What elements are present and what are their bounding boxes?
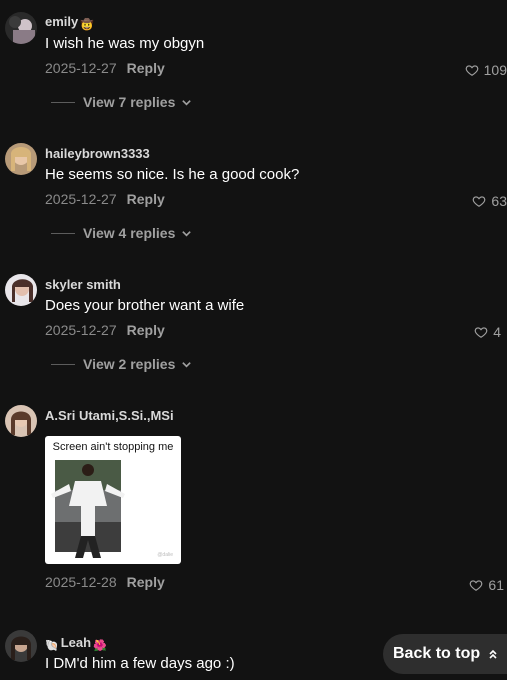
divider [51, 363, 75, 365]
reply-button[interactable]: Reply [127, 322, 165, 338]
comment-text: I wish he was my obgyn [45, 35, 205, 52]
gif-attachment[interactable]: Screen ain't stopping me @dalie [45, 436, 181, 564]
heart-icon [474, 327, 488, 338]
like-count: 109 [483, 62, 507, 78]
comment-username[interactable]: haileybrown3333 [45, 146, 150, 161]
comment-text: Does your brother want a wife [45, 297, 245, 314]
flower-emoji-icon: 🌺 [93, 640, 107, 652]
heart-icon [470, 580, 483, 591]
avatar[interactable] [5, 630, 37, 662]
like-count: 61 [488, 577, 504, 593]
comment-meta: 2025-12-27 Reply [45, 322, 165, 338]
dancing-man-gif-image: @dalie [51, 460, 173, 558]
like-count: 4 [493, 324, 501, 340]
shell-emoji-icon: 🐚 [45, 640, 59, 652]
view-replies-button[interactable]: View 4 replies [51, 225, 192, 241]
view-replies-label: View 2 replies [83, 356, 176, 372]
comment-meta: 2025-12-27 Reply [45, 191, 165, 207]
comment-date: 2025-12-27 [45, 60, 117, 76]
like-button[interactable]: 4 [474, 324, 501, 340]
like-button[interactable]: 109 [465, 62, 507, 78]
like-button[interactable]: 61 [469, 577, 504, 593]
view-replies-button[interactable]: View 2 replies [51, 356, 192, 372]
chevron-double-up-icon [489, 649, 497, 659]
comment-text: I DM'd him a few days ago :) [45, 655, 235, 672]
cowboy-emoji-icon: 🤠 [80, 19, 94, 31]
avatar[interactable] [5, 405, 37, 437]
comment-date: 2025-12-28 [45, 574, 117, 590]
view-replies-label: View 7 replies [83, 94, 176, 110]
avatar[interactable] [5, 274, 37, 306]
chevron-down-icon [182, 230, 192, 237]
comment-text: He seems so nice. Is he a good cook? [45, 166, 300, 183]
comment-username[interactable]: emily 🤠 [45, 14, 94, 31]
reply-button[interactable]: Reply [127, 574, 165, 590]
back-to-top-label: Back to top [393, 645, 481, 662]
view-replies-button[interactable]: View 7 replies [51, 94, 192, 110]
comment-meta: 2025-12-28 Reply [45, 574, 165, 590]
comment-date: 2025-12-27 [45, 322, 117, 338]
comment-date: 2025-12-27 [45, 191, 117, 207]
comment-meta: 2025-12-27 Reply [45, 60, 165, 76]
chevron-down-icon [182, 361, 192, 368]
comment-username[interactable]: skyler smith [45, 277, 121, 292]
like-count: 63 [491, 193, 507, 209]
back-to-top-button[interactable]: Back to top [383, 634, 507, 674]
view-replies-label: View 4 replies [83, 225, 176, 241]
avatar[interactable] [5, 143, 37, 175]
avatar[interactable] [5, 12, 37, 44]
heart-icon [473, 196, 486, 207]
chevron-down-icon [182, 99, 192, 106]
svg-text:@dalie: @dalie [157, 552, 173, 558]
reply-button[interactable]: Reply [127, 60, 165, 76]
comment-username[interactable]: 🐚 Leah 🌺 [45, 635, 107, 652]
divider [51, 101, 75, 103]
heart-icon [465, 65, 478, 76]
comment-username[interactable]: A.Sri Utami,S.Si.,MSi [45, 408, 174, 423]
divider [51, 232, 75, 234]
like-button[interactable]: 63 [472, 193, 507, 209]
reply-button[interactable]: Reply [127, 191, 165, 207]
